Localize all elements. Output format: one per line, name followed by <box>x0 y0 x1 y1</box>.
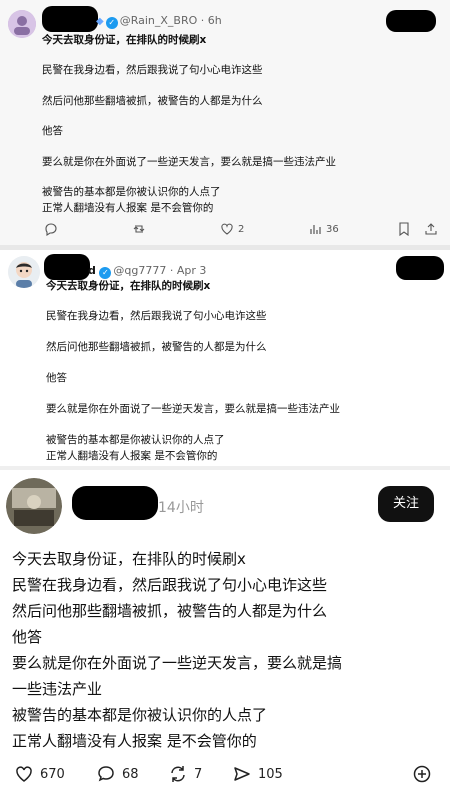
like-button[interactable]: 670 <box>14 764 65 784</box>
post-text-line: 然后问他那些翻墙被抓，被警告的人都是为什么 <box>12 602 328 620</box>
repost-icon <box>171 766 185 782</box>
post-text-line: 被警告的基本都是你被认识你的人点了 <box>12 706 268 724</box>
post-text-line: 他答 <box>46 372 67 384</box>
bookmark-icon <box>399 222 409 236</box>
post-text-line: 正常人翻墙没有人报案 是不会管你的 <box>12 732 257 750</box>
diamond-icon: ◆ <box>96 16 104 27</box>
post-text-line: 要么就是你在外面说了一些逆天发言，要么就是搞一些违法产业 <box>46 403 340 415</box>
comment-icon <box>45 223 57 236</box>
share-icon <box>425 223 437 235</box>
add-button[interactable] <box>412 764 432 784</box>
post-text-line: 要么就是你在外面说了一些逆天发言，要么就是搞 <box>12 654 343 672</box>
comment-icon <box>98 766 114 782</box>
redacted-name <box>72 486 158 520</box>
views-button[interactable]: 36 <box>308 222 339 236</box>
redacted-menu <box>396 256 444 280</box>
post-2: d ✓ @qg7777 · Apr 3 今天去取身份证，在排队的时候刷x 民警在我… <box>0 250 450 470</box>
redacted-menu <box>386 10 436 32</box>
view-count: 36 <box>326 223 339 235</box>
repost-count: 7 <box>194 766 203 782</box>
like-button[interactable]: 2 <box>220 222 244 236</box>
post-text-line: 然后问他那些翻墙被抓，被警告的人都是为什么 <box>42 95 263 107</box>
forward-icon <box>234 767 250 781</box>
post-handle: ◆ ✓ @Rain_X_BRO · 6h <box>96 14 222 29</box>
post-text-line: 今天去取身份证，在排队的时候刷x <box>42 34 207 46</box>
comment-count: 68 <box>122 766 139 782</box>
post-text-line: 他答 <box>42 125 63 137</box>
comment-button[interactable]: 68 <box>96 764 139 784</box>
post-text-line: 民警在我身边看，然后跟我说了句小心电诈这些 <box>42 64 263 76</box>
post-text-line: 一些违法产业 <box>12 680 103 698</box>
post-text-line: 正常人翻墙没有人报案 是不会管你的 <box>42 202 214 214</box>
avatar[interactable] <box>8 256 40 288</box>
heart-icon <box>16 766 32 782</box>
post-text-line: 今天去取身份证，在排队的时候刷x <box>12 550 246 568</box>
share-button[interactable] <box>424 222 438 236</box>
follow-button[interactable]: 关注 <box>378 486 434 522</box>
share-count: 105 <box>258 766 283 782</box>
redacted-name <box>44 254 90 280</box>
post-text-line: 正常人翻墙没有人报案 是不会管你的 <box>46 450 218 462</box>
post-time: 14小时 <box>158 500 204 516</box>
post-text-line: 今天去取身份证，在排队的时候刷x <box>46 280 211 292</box>
comment-button[interactable] <box>44 222 58 236</box>
post-text-line: 要么就是你在外面说了一些逆天发言，要么就是搞一些违法产业 <box>42 156 336 168</box>
views-icon <box>310 225 321 234</box>
post-text-line: 他答 <box>12 628 43 646</box>
bookmark-button[interactable] <box>398 222 410 236</box>
forward-button[interactable]: 105 <box>232 764 283 784</box>
post-text-line: 民警在我身边看，然后跟我说了句小心电诈这些 <box>46 310 267 322</box>
add-icon <box>413 765 431 783</box>
post-text-line: 被警告的基本都是你被认识你的人点了 <box>46 434 225 446</box>
heart-icon <box>221 223 233 235</box>
post-1: ◆ ✓ @Rain_X_BRO · 6h 今天去取身份证，在排队的时候刷x 民警在我… <box>0 0 450 245</box>
post-text-line: 民警在我身边看，然后跟我说了句小心电诈这些 <box>12 576 328 594</box>
redacted-name <box>42 6 98 32</box>
repost-button[interactable]: 7 <box>168 764 202 784</box>
retweet-button[interactable] <box>132 222 146 236</box>
like-count: 2 <box>238 223 245 235</box>
post-handle: d ✓ @qg7777 · Apr 3 <box>88 264 207 279</box>
like-count: 670 <box>40 766 65 782</box>
post-text-line: 然后问他那些翻墙被抓，被警告的人都是为什么 <box>46 341 267 353</box>
avatar[interactable] <box>6 478 62 534</box>
avatar[interactable] <box>8 10 36 38</box>
post-text-line: 被警告的基本都是你被认识你的人点了 <box>42 186 221 198</box>
verified-badge-icon: ✓ <box>105 17 118 29</box>
retweet-icon <box>133 225 145 233</box>
